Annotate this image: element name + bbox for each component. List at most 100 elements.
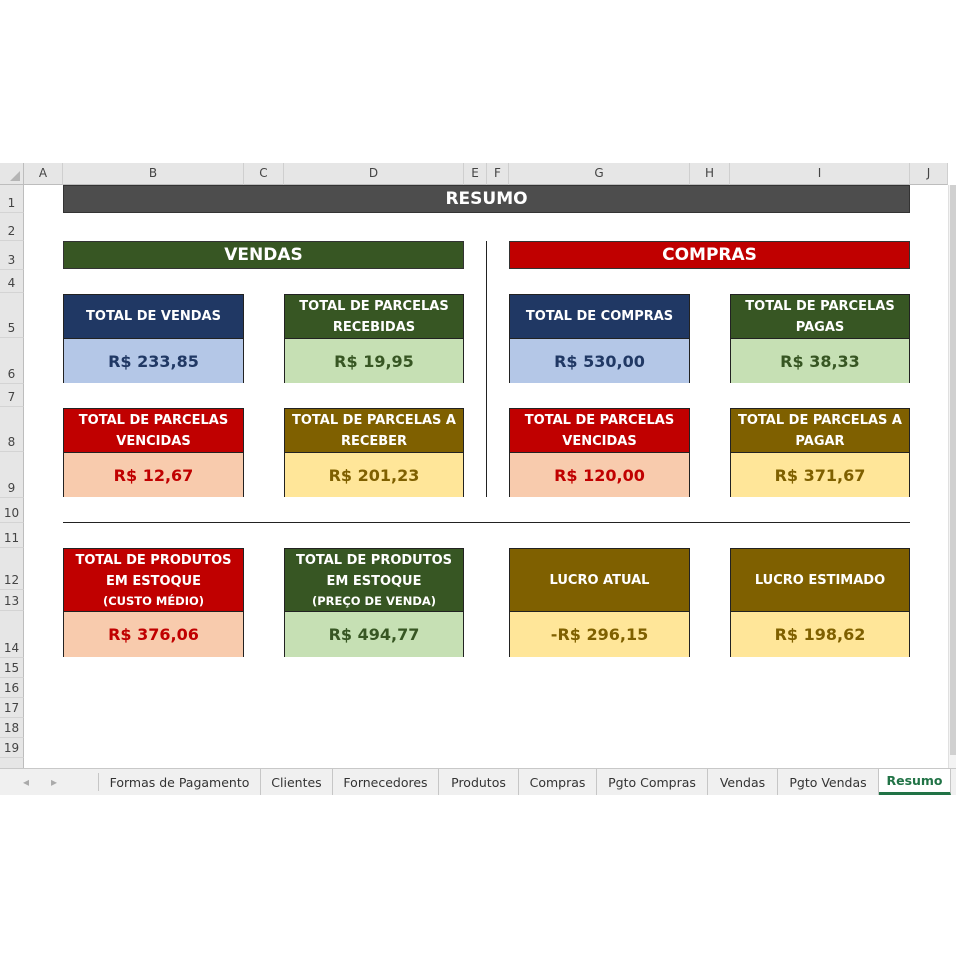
compras-parcelas-vencidas-card: TOTAL DE PARCELAS VENCIDAS R$ 120,00	[509, 408, 690, 497]
card-title-subline: (CUSTO MÉDIO)	[102, 593, 205, 608]
card-value: R$ 233,85	[64, 339, 243, 383]
card-value: R$ 201,23	[285, 453, 463, 497]
tab-formas-de-pagamento[interactable]: Formas de Pagamento	[99, 769, 261, 795]
card-title-text: TOTAL DE VENDAS	[86, 309, 221, 324]
card-value: R$ 198,62	[731, 612, 909, 657]
card-title-line: TOTAL DE PARCELAS	[299, 298, 449, 314]
card-title: TOTAL DE PARCELAS A PAGAR	[731, 409, 909, 453]
column-header-a[interactable]: A	[24, 163, 63, 185]
parcelas-a-receber-card: TOTAL DE PARCELAS A RECEBER R$ 201,23	[284, 408, 464, 497]
tab-scroll-right-icon[interactable]: ▸	[44, 769, 64, 795]
vendas-parcelas-vencidas-card: TOTAL DE PARCELAS VENCIDAS R$ 12,67	[63, 408, 244, 497]
card-value: R$ 19,95	[285, 339, 463, 383]
tab-resumo[interactable]: Resumo	[879, 769, 951, 795]
card-value: R$ 38,33	[731, 339, 909, 383]
tab-clientes[interactable]: Clientes	[261, 769, 333, 795]
column-header-c[interactable]: C	[244, 163, 284, 185]
card-title: TOTAL DE PRODUTOS EM ESTOQUE (CUSTO MÉDI…	[64, 549, 243, 612]
card-title-subline: (PREÇO DE VENDA)	[311, 593, 437, 608]
card-title-line: TOTAL DE PARCELAS	[745, 298, 895, 314]
tab-pgto-compras[interactable]: Pgto Compras	[597, 769, 708, 795]
card-title-line: TOTAL DE PRODUTOS	[295, 552, 453, 568]
card-title: TOTAL DE PARCELAS VENCIDAS	[64, 409, 243, 453]
row-header-19[interactable]: 19	[0, 738, 24, 758]
vertical-scrollbar[interactable]	[948, 185, 956, 768]
row-header-5[interactable]: 5	[0, 293, 24, 338]
column-header-f[interactable]: F	[487, 163, 509, 185]
row-header-20	[0, 758, 24, 768]
row-header-16[interactable]: 16	[0, 678, 24, 698]
card-title: TOTAL DE VENDAS	[64, 295, 243, 339]
card-title-line: TOTAL DE PARCELAS A	[292, 412, 456, 428]
card-value: R$ 371,67	[731, 453, 909, 497]
tab-pgto-vendas[interactable]: Pgto Vendas	[778, 769, 879, 795]
row-header-7[interactable]: 7	[0, 384, 24, 407]
total-vendas-card: TOTAL DE VENDAS R$ 233,85	[63, 294, 244, 383]
row-header-15[interactable]: 15	[0, 658, 24, 678]
scrollbar-thumb[interactable]	[950, 185, 956, 755]
card-title: TOTAL DE PARCELAS VENCIDAS	[510, 409, 689, 453]
row-header-2[interactable]: 2	[0, 213, 24, 241]
lucro-atual-card: LUCRO ATUAL -R$ 296,15	[509, 548, 690, 657]
column-header-e[interactable]: E	[464, 163, 487, 185]
row-header-6[interactable]: 6	[0, 338, 24, 384]
card-title-line: TOTAL DE PARCELAS A	[738, 412, 902, 428]
total-compras-card: TOTAL DE COMPRAS R$ 530,00	[509, 294, 690, 383]
card-title-line: PAGAS	[795, 319, 845, 335]
parcelas-recebidas-card: TOTAL DE PARCELAS RECEBIDAS R$ 19,95	[284, 294, 464, 383]
row-header-3[interactable]: 3	[0, 241, 24, 270]
card-title-line: TOTAL DE PARCELAS	[524, 412, 675, 428]
card-title-text: LUCRO ATUAL	[549, 572, 650, 588]
card-title-line: EM ESTOQUE	[326, 573, 422, 589]
tab-scroll-left-icon[interactable]: ◂	[16, 769, 36, 795]
row-header-13[interactable]: 13	[0, 590, 24, 611]
card-title: TOTAL DE PRODUTOS EM ESTOQUE (PREÇO DE V…	[285, 549, 463, 612]
card-title: TOTAL DE PARCELAS PAGAS	[731, 295, 909, 339]
card-value: R$ 530,00	[510, 339, 689, 383]
estoque-custo-card: TOTAL DE PRODUTOS EM ESTOQUE (CUSTO MÉDI…	[63, 548, 244, 657]
spreadsheet-area: A B C D E F G H I J 1 2 3 4 5 6 7 8 9 10…	[0, 163, 956, 794]
row-header-8[interactable]: 8	[0, 407, 24, 452]
card-value: R$ 120,00	[510, 453, 689, 497]
compras-section-header: COMPRAS	[509, 241, 910, 269]
tab-vendas[interactable]: Vendas	[708, 769, 778, 795]
card-title-text: TOTAL DE COMPRAS	[525, 309, 674, 324]
row-header-9[interactable]: 9	[0, 452, 24, 498]
column-header-h[interactable]: H	[690, 163, 730, 185]
column-header-b[interactable]: B	[63, 163, 244, 185]
card-title: LUCRO ATUAL	[510, 549, 689, 612]
vendas-section-header: VENDAS	[63, 241, 464, 269]
parcelas-a-pagar-card: TOTAL DE PARCELAS A PAGAR R$ 371,67	[730, 408, 910, 497]
resumo-title: RESUMO	[63, 185, 910, 213]
row-header-11[interactable]: 11	[0, 523, 24, 548]
card-title: TOTAL DE PARCELAS RECEBIDAS	[285, 295, 463, 339]
row-header-17[interactable]: 17	[0, 698, 24, 718]
card-title: TOTAL DE COMPRAS	[510, 295, 689, 339]
row-header-14[interactable]: 14	[0, 611, 24, 658]
tab-fornecedores[interactable]: Fornecedores	[333, 769, 439, 795]
tab-compras[interactable]: Compras	[519, 769, 597, 795]
card-title-line: VENCIDAS	[562, 433, 637, 449]
row-header-1[interactable]: 1	[0, 185, 24, 213]
column-header-g[interactable]: G	[509, 163, 690, 185]
card-value: -R$ 296,15	[510, 612, 689, 657]
column-header-d[interactable]: D	[284, 163, 464, 185]
card-title-line: RECEBIDAS	[332, 319, 416, 335]
lucro-estimado-card: LUCRO ESTIMADO R$ 198,62	[730, 548, 910, 657]
row-header-10[interactable]: 10	[0, 498, 24, 523]
card-title-line: EM ESTOQUE	[106, 573, 201, 589]
parcelas-pagas-card: TOTAL DE PARCELAS PAGAS R$ 38,33	[730, 294, 910, 383]
card-title-line: TOTAL DE PARCELAS	[78, 412, 229, 428]
row-header-12[interactable]: 12	[0, 548, 24, 590]
tab-produtos[interactable]: Produtos	[439, 769, 519, 795]
select-all-corner[interactable]	[0, 163, 24, 185]
column-header-j[interactable]: J	[910, 163, 948, 185]
card-title: LUCRO ESTIMADO	[731, 549, 909, 612]
section-divider-vertical	[486, 241, 487, 497]
card-value: R$ 12,67	[64, 453, 243, 497]
card-value: R$ 494,77	[285, 612, 463, 657]
row-header-4[interactable]: 4	[0, 270, 24, 293]
column-header-i[interactable]: I	[730, 163, 910, 185]
row-header-18[interactable]: 18	[0, 718, 24, 738]
card-title-line: RECEBER	[340, 433, 408, 449]
